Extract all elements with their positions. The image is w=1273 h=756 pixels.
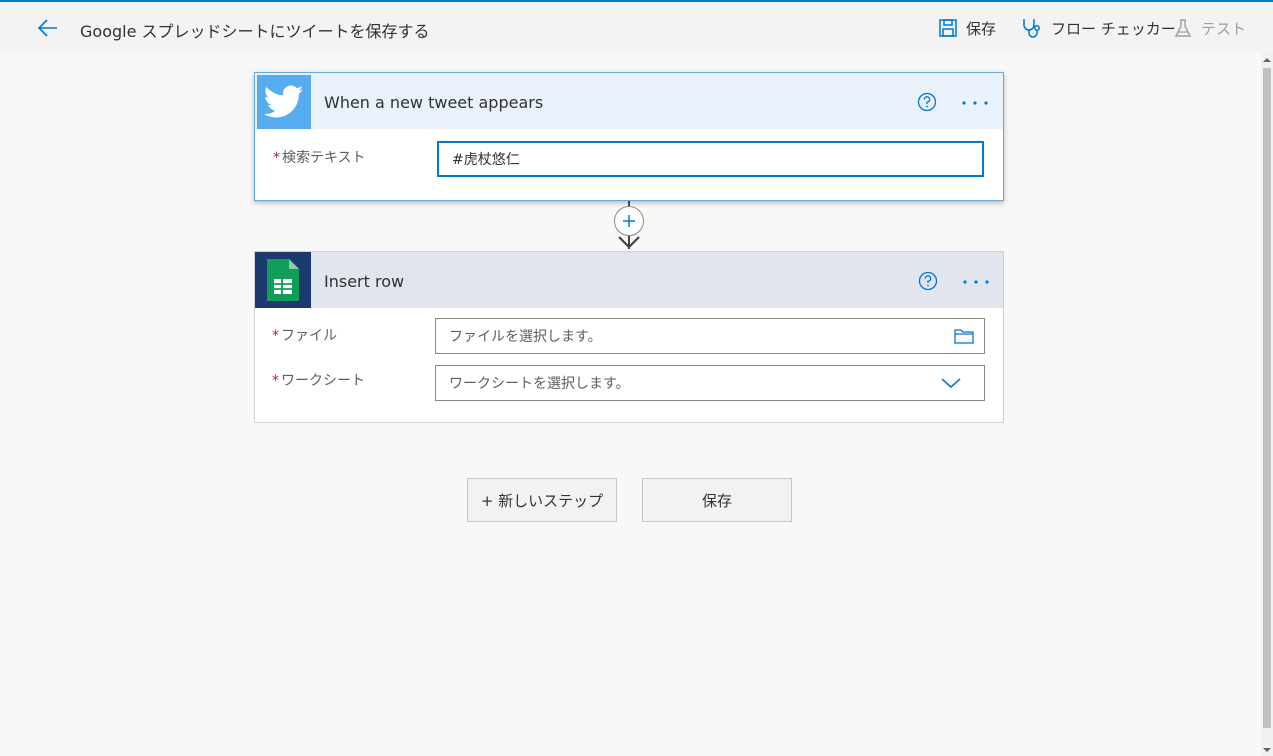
save-button[interactable]: 保存	[642, 478, 792, 522]
file-label: * ファイル	[272, 325, 337, 345]
scroll-up-icon[interactable]	[1263, 56, 1271, 64]
flow-checker-label: フロー チェッカー	[1051, 19, 1176, 38]
flow-title: Google スプレッドシートにツイートを保存する	[80, 22, 430, 41]
worksheet-label: * ワークシート	[272, 370, 365, 390]
save-icon	[939, 19, 957, 37]
required-mark: *	[272, 373, 279, 389]
insert-step-button[interactable]	[614, 206, 644, 236]
save-command[interactable]: 保存	[938, 16, 996, 40]
test-command[interactable]: テスト	[1173, 16, 1246, 40]
required-mark: *	[272, 328, 279, 344]
stethoscope-icon	[1023, 19, 1040, 38]
chevron-down-icon[interactable]	[940, 376, 962, 390]
help-icon[interactable]	[918, 271, 938, 291]
back-arrow-icon[interactable]	[36, 16, 60, 40]
trigger-card-header[interactable]: When a new tweet appears	[255, 73, 1003, 129]
twitter-icon	[257, 75, 311, 129]
search-text-label: * 検索テキスト	[273, 147, 366, 167]
trigger-card[interactable]: When a new tweet appears * 検索テキスト #虎杖悠仁	[254, 72, 1004, 201]
help-icon[interactable]	[917, 92, 937, 112]
flow-checker-command[interactable]: フロー チェッカー	[1021, 16, 1176, 40]
sheets-icon	[255, 252, 311, 308]
new-step-button[interactable]: + 新しいステップ	[467, 478, 617, 522]
worksheet-label-text: ワークシート	[281, 373, 365, 389]
arrow-down-icon	[618, 236, 640, 249]
scroll-down-icon[interactable]	[1263, 746, 1271, 754]
save-command-label: 保存	[966, 19, 997, 38]
command-bar: Google スプレッドシートにツイートを保存する 保存 フロー チェッカー テ…	[0, 2, 1273, 52]
search-text-value: #虎杖悠仁	[452, 152, 520, 168]
more-icon[interactable]	[962, 279, 990, 285]
required-mark: *	[273, 150, 280, 166]
flask-icon	[1174, 19, 1192, 37]
trigger-title: When a new tweet appears	[324, 93, 544, 112]
file-label-text: ファイル	[281, 328, 337, 344]
more-icon[interactable]	[961, 100, 989, 106]
scrollbar-thumb[interactable]	[1263, 68, 1271, 728]
action-title: Insert row	[324, 272, 405, 291]
file-picker-input[interactable]: ファイルを選択します。	[435, 318, 985, 354]
folder-icon[interactable]	[954, 327, 974, 345]
search-text-input[interactable]: #虎杖悠仁	[437, 141, 984, 177]
file-placeholder: ファイルを選択します。	[449, 329, 602, 345]
search-text-label-text: 検索テキスト	[282, 150, 366, 166]
vertical-scrollbar[interactable]	[1261, 52, 1273, 756]
action-card-header[interactable]: Insert row	[255, 252, 1003, 308]
plus-icon	[623, 215, 635, 227]
worksheet-dropdown[interactable]: ワークシートを選択します。	[435, 365, 985, 401]
action-card[interactable]: Insert row * ファイル ファイルを選択します。 * ワークシート ワーク…	[254, 251, 1004, 423]
worksheet-placeholder: ワークシートを選択します。	[449, 376, 630, 392]
test-label: テスト	[1201, 19, 1247, 38]
